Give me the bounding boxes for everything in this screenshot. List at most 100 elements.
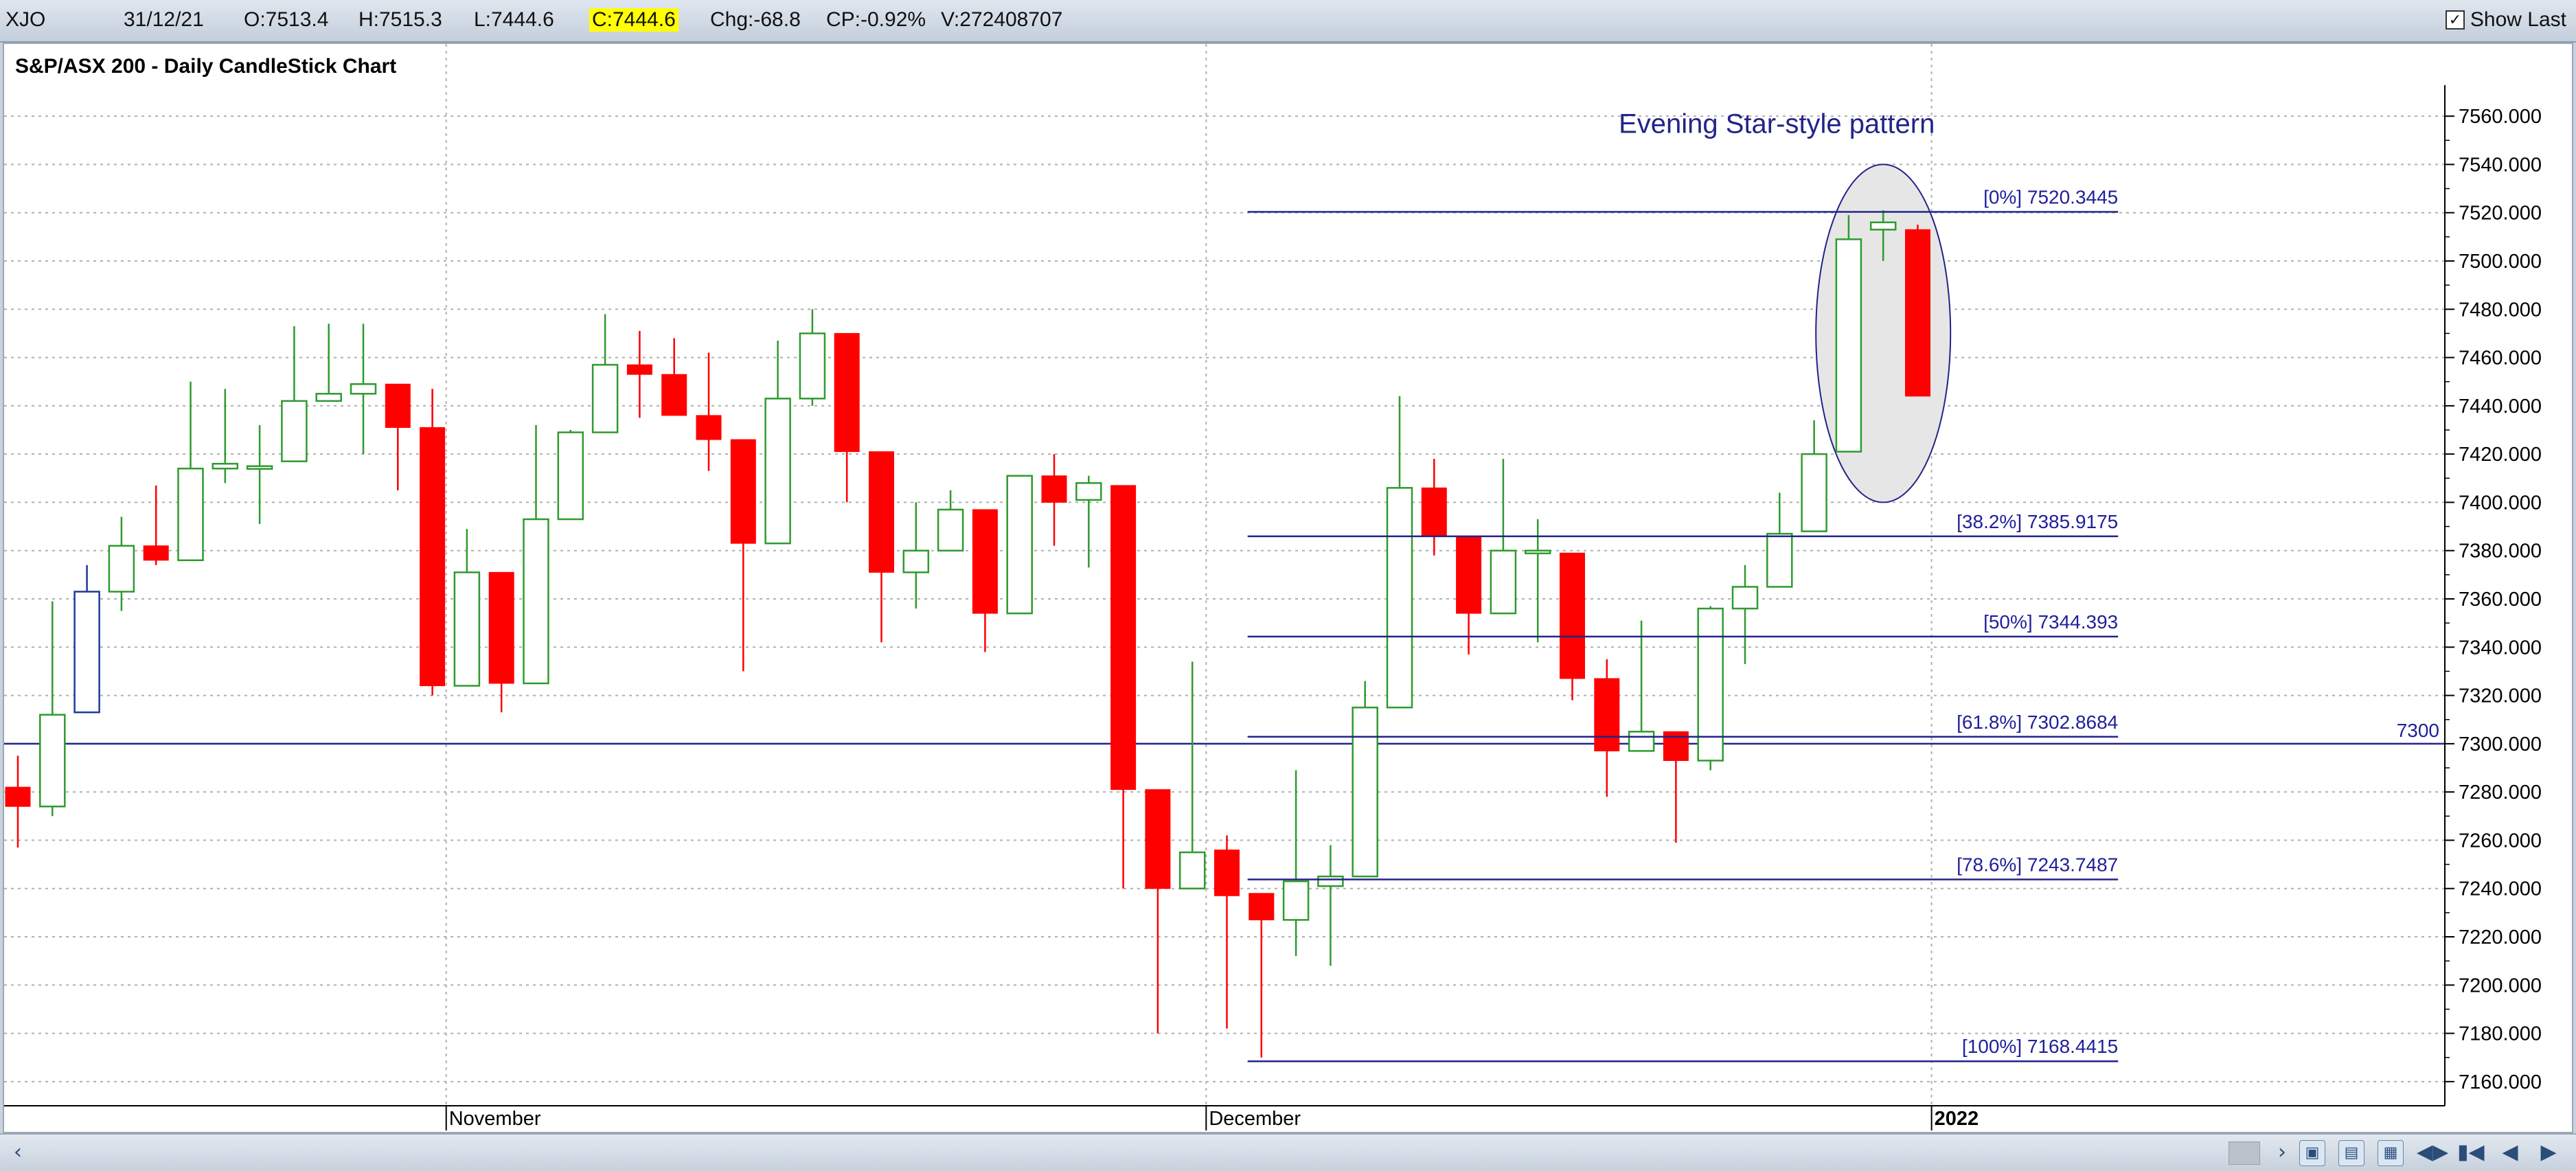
y-axis-tick-label: 7240.000 — [2459, 878, 2542, 900]
chevron-right-icon[interactable]: › — [2270, 1140, 2294, 1165]
candle-body — [73, 591, 100, 714]
candle-body — [1214, 849, 1240, 896]
x-axis-tick-label: December — [1209, 1108, 1301, 1130]
candle-body — [1560, 552, 1585, 679]
next-icon[interactable]: ▶ — [2536, 1140, 2561, 1165]
bearish-candle — [1663, 731, 1689, 843]
bearish-candle — [1594, 659, 1620, 797]
candle-body — [1731, 586, 1759, 610]
bullish-candle — [108, 516, 135, 611]
symbol-info-bar: XJO 31/12/21 O:7513.4 H:7515.3 L:7444.6 … — [0, 0, 2576, 43]
candle-body — [1352, 706, 1378, 878]
zoom-in-icon[interactable]: ▣ — [2299, 1140, 2325, 1166]
zoom-out-icon[interactable]: ▤ — [2338, 1140, 2364, 1166]
scrollbar-thumb[interactable] — [2229, 1141, 2260, 1165]
candle-body — [1801, 453, 1827, 532]
bullish-candle — [1282, 770, 1310, 957]
bullish-candle — [1317, 845, 1344, 966]
bearish-candle — [1110, 485, 1137, 889]
candle-body — [1421, 487, 1447, 537]
bearish-candle — [5, 755, 31, 848]
y-axis-tick-label: 7280.000 — [2459, 782, 2542, 804]
y-axis-tick-label: 7440.000 — [2459, 396, 2542, 418]
candle-body — [39, 714, 66, 808]
y-axis-tick-label: 7160.000 — [2459, 1071, 2542, 1093]
bearish-candle — [420, 389, 446, 696]
y-axis-tick-label: 7220.000 — [2459, 926, 2542, 948]
bullish-candle — [1801, 420, 1827, 532]
bullish-candle — [73, 565, 100, 714]
chevron-left-icon[interactable]: ‹ — [5, 1140, 30, 1165]
candlestick-chart[interactable]: 7300 [0%] 7520.3445 [38.2%] 7385.9175 [50%… — [4, 44, 2572, 1132]
zoom-reset-icon[interactable]: ◀▶ — [2417, 1140, 2448, 1165]
candle-body — [1905, 229, 1930, 397]
volume-value: V:272408707 — [941, 8, 1063, 31]
bullish-candle — [1006, 475, 1033, 615]
candle-body — [212, 462, 239, 470]
candle-body — [1524, 549, 1551, 554]
candle-body — [1766, 532, 1793, 588]
y-axis-tick-label: 7200.000 — [2459, 975, 2542, 997]
x-axis-tick-label: 2022 — [1935, 1108, 1979, 1130]
bearish-candle — [972, 509, 998, 652]
y-axis-tick-label: 7320.000 — [2459, 685, 2542, 707]
bullish-candle — [557, 430, 584, 521]
candle-body — [730, 439, 756, 544]
candle-body — [1490, 549, 1517, 615]
fibonacci-level-label: [0%] 7520.3445 — [1983, 187, 2118, 208]
bullish-candle — [1766, 492, 1793, 588]
y-axis-tick-label: 7460.000 — [2459, 348, 2542, 370]
candle-body — [1386, 487, 1413, 709]
bearish-candle — [661, 338, 687, 416]
bearish-candle — [143, 485, 169, 565]
previous-icon[interactable]: ◀ — [2498, 1140, 2522, 1165]
bullish-candle — [1697, 606, 1724, 771]
open-value: O:7513.4 — [244, 8, 329, 31]
high-value: H:7515.3 — [358, 8, 442, 31]
fibonacci-level-label: [38.2%] 7385.9175 — [1957, 511, 2118, 532]
show-last-toggle[interactable]: ✓ Show Last — [2445, 8, 2566, 32]
candle-body — [834, 332, 860, 453]
close-value: C:7444.6 — [589, 8, 679, 32]
bullish-candle — [799, 309, 826, 406]
candle-body — [1178, 851, 1206, 889]
candle-body — [5, 786, 31, 807]
bearish-candle — [869, 451, 894, 643]
candle-body — [591, 363, 619, 433]
y-axis-tick-label: 7420.000 — [2459, 444, 2542, 466]
change-percent-value: CP:-0.92% — [826, 8, 926, 31]
show-last-checkbox[interactable]: ✓ — [2445, 10, 2465, 30]
candle-body — [143, 545, 169, 561]
bullish-candle — [1352, 681, 1378, 878]
candle-body — [1145, 789, 1171, 889]
first-page-icon[interactable]: ▮◀ — [2457, 1140, 2485, 1165]
candle-body — [177, 467, 204, 562]
candle-body — [488, 571, 514, 684]
candle-body — [523, 518, 549, 685]
bullish-candle — [281, 326, 308, 462]
bullish-candle — [1524, 519, 1551, 643]
candle-body — [972, 509, 998, 614]
bearish-candle — [1145, 789, 1171, 1034]
zoom-fit-icon[interactable]: ▦ — [2378, 1140, 2404, 1166]
chart-area[interactable]: 7300 [0%] 7520.3445 [38.2%] 7385.9175 [50%… — [3, 43, 2573, 1133]
navigation-bar: ‹ › ▣ ▤ ▦ ◀▶ ▮◀ ◀ ▶ — [0, 1133, 2576, 1171]
candle-body — [385, 383, 411, 428]
candle-body — [1075, 482, 1102, 501]
symbol-code: XJO — [5, 8, 46, 31]
candle-body — [1041, 475, 1067, 503]
bearish-candle — [696, 352, 722, 471]
y-axis-tick-label: 7340.000 — [2459, 637, 2542, 659]
bearish-candle — [385, 383, 411, 490]
candle-body — [696, 415, 722, 440]
candle-body — [350, 383, 377, 395]
candle-body — [246, 465, 273, 470]
bearish-candle — [1041, 454, 1067, 546]
bullish-candle — [1386, 396, 1413, 709]
change-value: Chg:-68.8 — [710, 8, 801, 31]
candle-body — [661, 374, 687, 416]
y-axis-tick-label: 7400.000 — [2459, 492, 2542, 514]
y-axis-tick-label: 7540.000 — [2459, 154, 2542, 176]
y-axis-tick-label: 7380.000 — [2459, 541, 2542, 562]
candle-body — [799, 332, 826, 400]
